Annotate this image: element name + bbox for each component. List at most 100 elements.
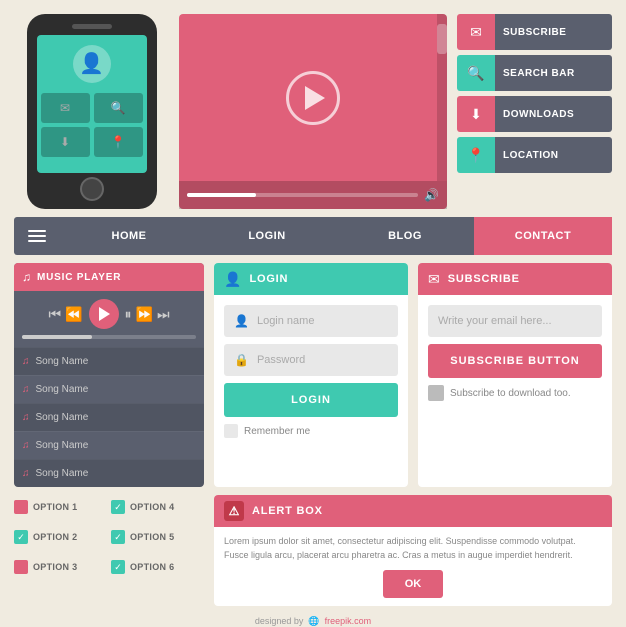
forward-button[interactable]: ⏩ <box>136 306 153 323</box>
video-scrollbar[interactable] <box>437 14 447 181</box>
song-item-5[interactable]: ♫ Song Name <box>14 459 204 487</box>
skip-forward-button[interactable]: ⏭ <box>157 306 170 323</box>
nav-item-blog[interactable]: BLOG <box>336 217 474 255</box>
song-item-4[interactable]: ♫ Song Name <box>14 431 204 459</box>
remember-label: Remember me <box>244 426 310 437</box>
search-icon: 🔍 <box>467 65 484 82</box>
options-columns: OPTION 1 ✓ OPTION 4 ✓ OPTION 2 ✓ OPTION … <box>14 495 204 579</box>
hamburger-line-2 <box>28 235 46 237</box>
alert-body: Lorem ipsum dolor sit amet, consectetur … <box>214 527 612 606</box>
subscribe-icon-bg: ✉ <box>457 14 495 50</box>
sidebar-buttons: ✉ SUBSCRIBE 🔍 SEARCH BAR ⬇ DOWNLOADS 📍 <box>457 14 612 209</box>
video-main[interactable] <box>179 14 447 181</box>
song-item-2[interactable]: ♫ Song Name <box>14 375 204 403</box>
option-6-checkbox[interactable]: ✓ <box>111 560 125 574</box>
phone-grid-envelope[interactable]: ✉ <box>41 93 90 123</box>
option-2-checkbox[interactable]: ✓ <box>14 530 28 544</box>
option-6-label: OPTION 6 <box>130 562 174 572</box>
location-icon-bg: 📍 <box>457 137 495 173</box>
song-icon-5: ♫ <box>22 468 30 479</box>
phone-grid-search[interactable]: 🔍 <box>94 93 143 123</box>
bottom-row: OPTION 1 ✓ OPTION 4 ✓ OPTION 2 ✓ OPTION … <box>14 495 612 606</box>
option-3: OPTION 3 <box>14 555 107 579</box>
footer: designed by 🌐 freepik.com <box>14 616 612 627</box>
song-name-1: Song Name <box>36 356 89 367</box>
subscribe-body: Write your email here... SUBSCRIBE BUTTO… <box>418 295 612 411</box>
login-user-icon: 👤 <box>224 271 241 288</box>
option-1-checkbox[interactable] <box>14 500 28 514</box>
rewind-button[interactable]: ⏪ <box>65 306 82 323</box>
login-form: 👤 LOGIN 👤 Login name 🔒 Password LOGIN Re… <box>214 263 408 487</box>
song-item-3[interactable]: ♫ Song Name <box>14 403 204 431</box>
song-item-1[interactable]: ♫ Song Name <box>14 347 204 375</box>
login-password-placeholder: Password <box>257 354 305 366</box>
avatar: 👤 <box>73 45 111 83</box>
remember-row: Remember me <box>224 424 398 438</box>
downloads-button[interactable]: ⬇ DOWNLOADS <box>457 96 612 132</box>
hamburger-line-3 <box>28 240 46 242</box>
option-2-label: OPTION 2 <box>33 532 77 542</box>
login-name-placeholder: Login name <box>257 315 315 327</box>
hamburger-icon <box>28 230 46 242</box>
hamburger-menu[interactable] <box>14 217 60 255</box>
login-body: 👤 Login name 🔒 Password LOGIN Remember m… <box>214 295 408 448</box>
subscribe-button[interactable]: ✉ SUBSCRIBE <box>457 14 612 50</box>
nav-bar: HOME LOGIN BLOG CONTACT <box>14 217 612 255</box>
login-button[interactable]: LOGIN <box>224 383 398 417</box>
song-icon-1: ♫ <box>22 356 30 367</box>
phone: 👤 ✉ 🔍 ⬇ 📍 <box>27 14 157 209</box>
phone-home-button[interactable] <box>80 177 104 201</box>
pause-button[interactable]: ⏸ <box>125 306 132 323</box>
alert-header: ⚠ ALERT BOX <box>214 495 612 527</box>
video-progress-fill <box>187 193 256 197</box>
option-4-checkbox[interactable]: ✓ <box>111 500 125 514</box>
searchbar-button[interactable]: 🔍 SEARCH BAR <box>457 55 612 91</box>
option-5-checkbox[interactable]: ✓ <box>111 530 125 544</box>
options-section: OPTION 1 ✓ OPTION 4 ✓ OPTION 2 ✓ OPTION … <box>14 495 204 606</box>
nav-item-contact[interactable]: CONTACT <box>474 217 612 255</box>
download-icon: ⬇ <box>470 106 482 123</box>
phone-grid-location[interactable]: 📍 <box>94 127 143 157</box>
login-title: LOGIN <box>249 273 288 285</box>
play-button[interactable] <box>286 71 340 125</box>
ok-button[interactable]: OK <box>383 570 443 598</box>
subscribe-check-row: Subscribe to download too. <box>428 385 602 401</box>
email-input[interactable]: Write your email here... <box>428 305 602 337</box>
option-5-label: OPTION 5 <box>130 532 174 542</box>
top-row: 👤 ✉ 🔍 ⬇ 📍 <box>14 14 612 209</box>
main-container: 👤 ✉ 🔍 ⬇ 📍 <box>0 0 626 626</box>
subscribe-title: SUBSCRIBE <box>448 273 520 285</box>
subscribe-button-cta[interactable]: SUBSCRIBE BUTTON <box>428 344 602 378</box>
login-password-input[interactable]: 🔒 Password <box>224 344 398 376</box>
email-placeholder: Write your email here... <box>438 315 552 327</box>
option-4-label: OPTION 4 <box>130 502 174 512</box>
alert-box: ⚠ ALERT BOX Lorem ipsum dolor sit amet, … <box>214 495 612 606</box>
skip-back-button[interactable]: ⏮ <box>48 306 61 323</box>
alert-warning-icon: ⚠ <box>224 501 244 521</box>
option-2: ✓ OPTION 2 <box>14 525 107 549</box>
music-progress-fill <box>22 335 92 339</box>
nav-item-home[interactable]: HOME <box>60 217 198 255</box>
nav-item-login[interactable]: LOGIN <box>198 217 336 255</box>
subscribe-label: SUBSCRIBE <box>495 14 612 50</box>
login-name-input[interactable]: 👤 Login name <box>224 305 398 337</box>
phone-screen: 👤 ✉ 🔍 ⬇ 📍 <box>37 35 147 173</box>
option-1: OPTION 1 <box>14 495 107 519</box>
video-player: 🔊 <box>179 14 447 209</box>
volume-icon[interactable]: 🔊 <box>424 188 439 202</box>
option-5: ✓ OPTION 5 <box>111 525 204 549</box>
option-3-checkbox[interactable] <box>14 560 28 574</box>
subscribe-checkbox[interactable] <box>428 385 444 401</box>
middle-row: ♫ MUSIC PLAYER ⏮ ⏪ ⏸ ⏩ ⏭ <box>14 263 612 487</box>
scroll-handle[interactable] <box>437 24 447 54</box>
music-progress-bar[interactable] <box>22 335 196 339</box>
remember-checkbox[interactable] <box>224 424 238 438</box>
search-icon-bg: 🔍 <box>457 55 495 91</box>
option-4: ✓ OPTION 4 <box>111 495 204 519</box>
video-progress-bar[interactable] <box>187 193 418 197</box>
location-button[interactable]: 📍 LOCATION <box>457 137 612 173</box>
play-pause-button[interactable] <box>89 299 119 329</box>
subscribe-header: ✉ SUBSCRIBE <box>418 263 612 295</box>
phone-grid-download[interactable]: ⬇ <box>41 127 90 157</box>
subscribe-form: ✉ SUBSCRIBE Write your email here... SUB… <box>418 263 612 487</box>
